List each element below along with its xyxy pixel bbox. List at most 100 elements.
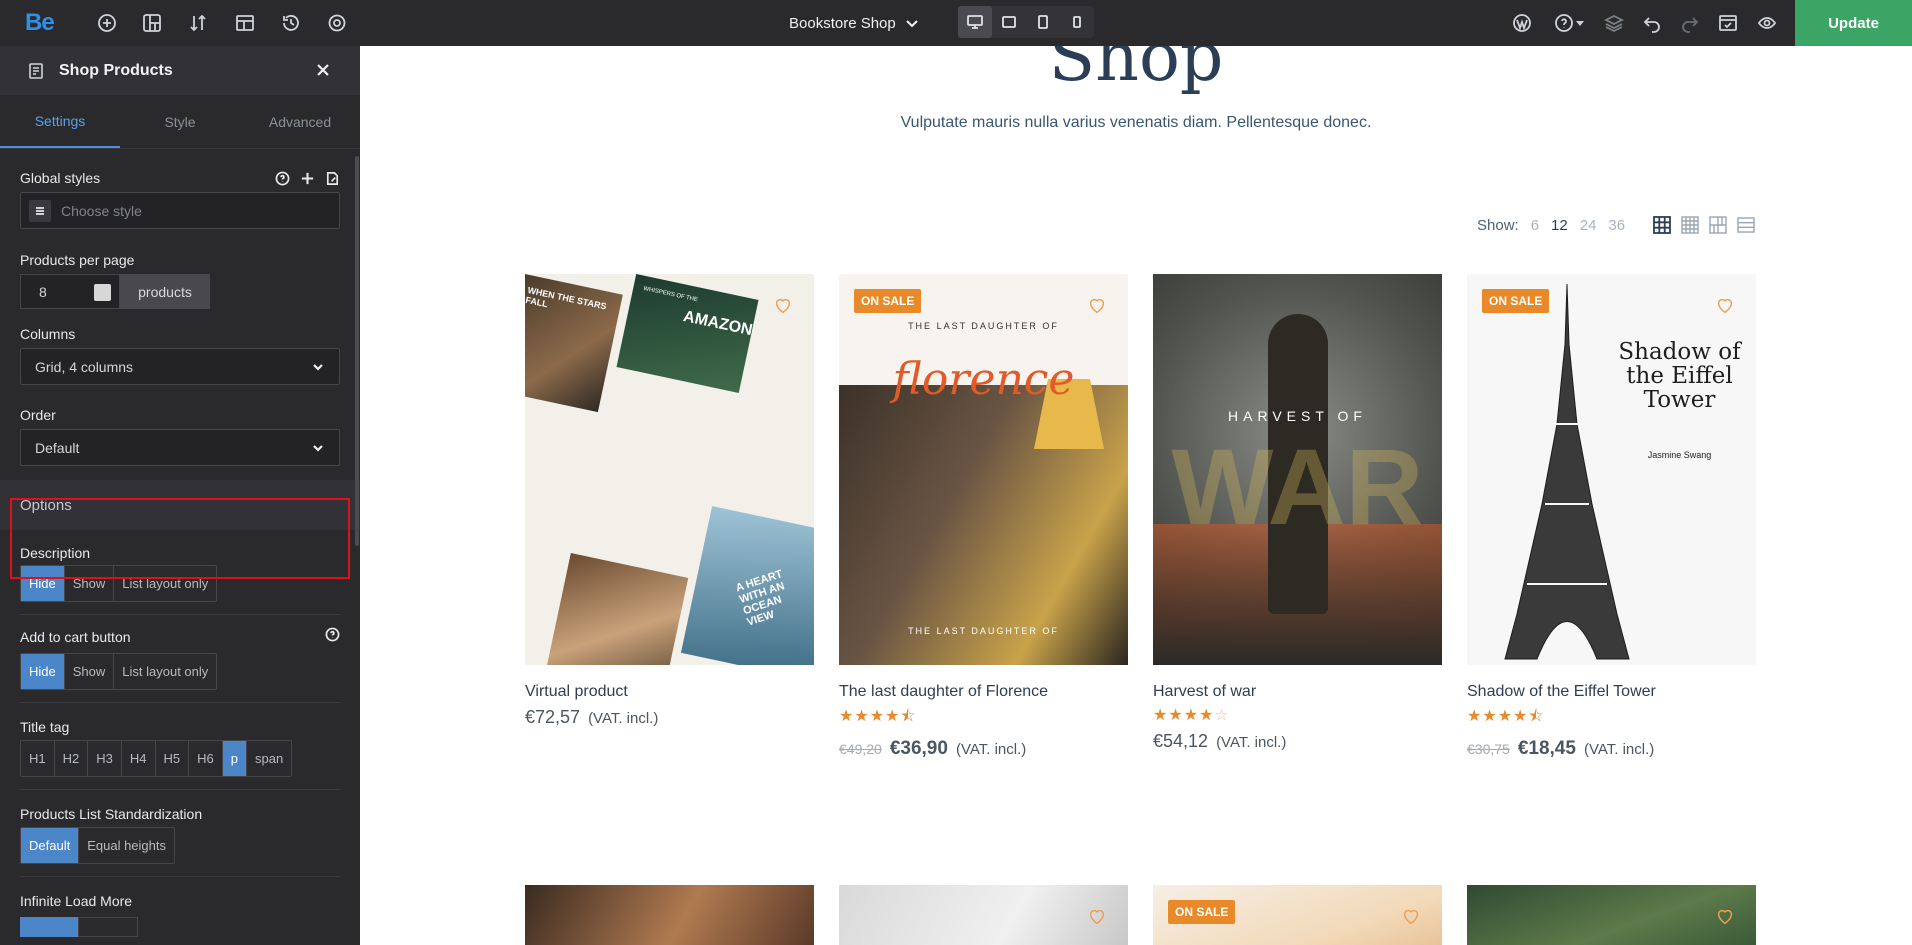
desktop-view-button[interactable] — [958, 6, 992, 38]
product-card[interactable] — [1467, 885, 1756, 945]
list-view-icon[interactable] — [1737, 216, 1755, 234]
title-tag-h3[interactable]: H3 — [88, 741, 122, 776]
product-image[interactable] — [525, 885, 814, 945]
product-card[interactable]: ON SALE — [1153, 885, 1442, 945]
layers-icon[interactable] — [1602, 11, 1626, 35]
show-option-36[interactable]: 36 — [1608, 217, 1625, 234]
undo-icon[interactable] — [1640, 11, 1664, 35]
layout-icon[interactable] — [233, 11, 257, 35]
global-styles-label: Global styles — [20, 170, 101, 186]
number-spinner[interactable] — [94, 284, 111, 301]
product-price: €54,12 (VAT. incl.) — [1153, 731, 1442, 752]
wishlist-button[interactable] — [1714, 905, 1736, 932]
add-to-cart-show-button[interactable]: Show — [65, 654, 115, 689]
cover-title: WHEN THE STARS FALL — [525, 285, 608, 312]
product-title[interactable]: Harvest of war — [1153, 683, 1442, 701]
infinite-load-toggle — [20, 917, 340, 937]
eye-icon[interactable] — [1755, 11, 1779, 35]
wishlist-button[interactable] — [1086, 294, 1108, 321]
title-tag-p[interactable]: p — [222, 741, 247, 776]
infinite-load-option-off[interactable] — [78, 917, 138, 937]
title-tag-h5[interactable]: H5 — [156, 741, 190, 776]
wishlist-button[interactable] — [1714, 294, 1736, 321]
vat-note: (VAT. incl.) — [955, 741, 1027, 758]
rating-stars: ★★★★⯪ — [839, 708, 917, 725]
product-image[interactable] — [839, 885, 1128, 945]
standardization-equal-heights-button[interactable]: Equal heights — [79, 828, 174, 863]
show-option-24[interactable]: 24 — [1580, 217, 1597, 234]
wishlist-button[interactable] — [772, 294, 794, 321]
products-per-page-control: 8 products — [20, 274, 340, 309]
products-per-page-input[interactable]: 8 — [20, 274, 120, 309]
product-card[interactable]: Shadow of the Eiffel Tower Jasmine Swang… — [1467, 274, 1756, 760]
add-to-cart-list-only-button[interactable]: List layout only — [114, 654, 216, 689]
title-tag-span[interactable]: span — [247, 741, 291, 776]
plus-icon[interactable] — [300, 171, 315, 186]
shop-canvas: Shop Vulputate mauris nulla varius venen… — [360, 46, 1912, 945]
title-tag-h4[interactable]: H4 — [122, 741, 156, 776]
wishlist-button[interactable] — [1086, 905, 1108, 932]
product-title[interactable]: Virtual product — [525, 683, 814, 701]
show-option-12[interactable]: 12 — [1551, 217, 1568, 234]
redo-icon[interactable] — [1678, 11, 1702, 35]
close-icon[interactable] — [314, 61, 332, 79]
product-card[interactable] — [525, 885, 814, 945]
product-image[interactable]: Shadow of the Eiffel Tower Jasmine Swang… — [1467, 274, 1756, 665]
tab-settings[interactable]: Settings — [0, 95, 120, 148]
add-to-cart-hide-button[interactable]: Hide — [21, 654, 65, 689]
wishlist-button[interactable] — [1400, 905, 1422, 932]
product-title[interactable]: Shadow of the Eiffel Tower — [1467, 683, 1756, 701]
product-card[interactable] — [839, 885, 1128, 945]
help-icon[interactable] — [325, 627, 340, 647]
preview-icon[interactable] — [1716, 11, 1740, 35]
options-panel: Description Hide Show List layout only A… — [0, 530, 360, 937]
tablet-view-button[interactable] — [992, 6, 1026, 38]
columns-select[interactable]: Grid, 4 columns — [20, 348, 340, 385]
grid-masonry-icon[interactable] — [1709, 216, 1727, 234]
product-image[interactable] — [1467, 885, 1756, 945]
product-image[interactable]: THE LAST DAUGHTER OF florence THE LAST D… — [839, 274, 1128, 665]
divider — [20, 614, 340, 615]
price: €18,45 — [1517, 738, 1576, 759]
page-switcher[interactable]: Bookstore Shop — [789, 11, 920, 35]
settings-icon[interactable] — [325, 11, 349, 35]
grid-3-icon[interactable] — [1653, 216, 1672, 234]
chevron-down-icon — [313, 444, 323, 452]
vat-note: (VAT. incl.) — [1583, 741, 1655, 758]
title-tag-h1[interactable]: H1 — [21, 741, 55, 776]
sale-badge: ON SALE — [1482, 289, 1550, 313]
wordpress-icon[interactable] — [1510, 11, 1534, 35]
book-cover-amazon: WHISPERS OF THE AMAZON — [616, 274, 759, 393]
mobile-view-button[interactable] — [1060, 6, 1094, 38]
product-title[interactable]: The last daughter of Florence — [839, 683, 1128, 701]
product-image[interactable]: WHEN THE STARS FALL WHISPERS OF THE AMAZ… — [525, 274, 814, 665]
tab-style[interactable]: Style — [120, 95, 240, 148]
grid-4-icon[interactable] — [1681, 216, 1699, 234]
title-tag-h2[interactable]: H2 — [55, 741, 89, 776]
help-caret-icon[interactable] — [1573, 11, 1587, 35]
sort-icon[interactable] — [186, 11, 210, 35]
standardization-default-button[interactable]: Default — [21, 828, 80, 863]
sidebar-scrollbar[interactable] — [355, 156, 359, 546]
edit-style-icon[interactable] — [325, 171, 340, 186]
tablet-portrait-view-button[interactable] — [1026, 6, 1060, 38]
structure-icon[interactable] — [140, 11, 164, 35]
builder-logo[interactable]: Be — [25, 9, 55, 37]
add-icon[interactable] — [95, 11, 119, 35]
help-icon[interactable] — [275, 171, 290, 186]
global-style-select[interactable]: Choose style — [20, 192, 340, 229]
title-tag-h6[interactable]: H6 — [189, 741, 223, 776]
tab-advanced[interactable]: Advanced — [240, 95, 360, 148]
order-select[interactable]: Default — [20, 429, 340, 466]
history-icon[interactable] — [279, 11, 303, 35]
product-card[interactable]: THE LAST DAUGHTER OF florence THE LAST D… — [839, 274, 1128, 760]
product-card[interactable]: HARVEST OF WAR Harvest of war ★★★★☆ €54,… — [1153, 274, 1442, 752]
product-card[interactable]: WHEN THE STARS FALL WHISPERS OF THE AMAZ… — [525, 274, 814, 728]
update-button[interactable]: Update — [1795, 0, 1912, 46]
show-option-6[interactable]: 6 — [1531, 217, 1539, 234]
view-switcher — [1653, 216, 1755, 234]
infinite-load-option-on[interactable] — [20, 917, 78, 937]
product-image[interactable]: ON SALE — [1153, 885, 1442, 945]
heart-icon — [1403, 909, 1419, 925]
product-image[interactable]: HARVEST OF WAR — [1153, 274, 1442, 665]
